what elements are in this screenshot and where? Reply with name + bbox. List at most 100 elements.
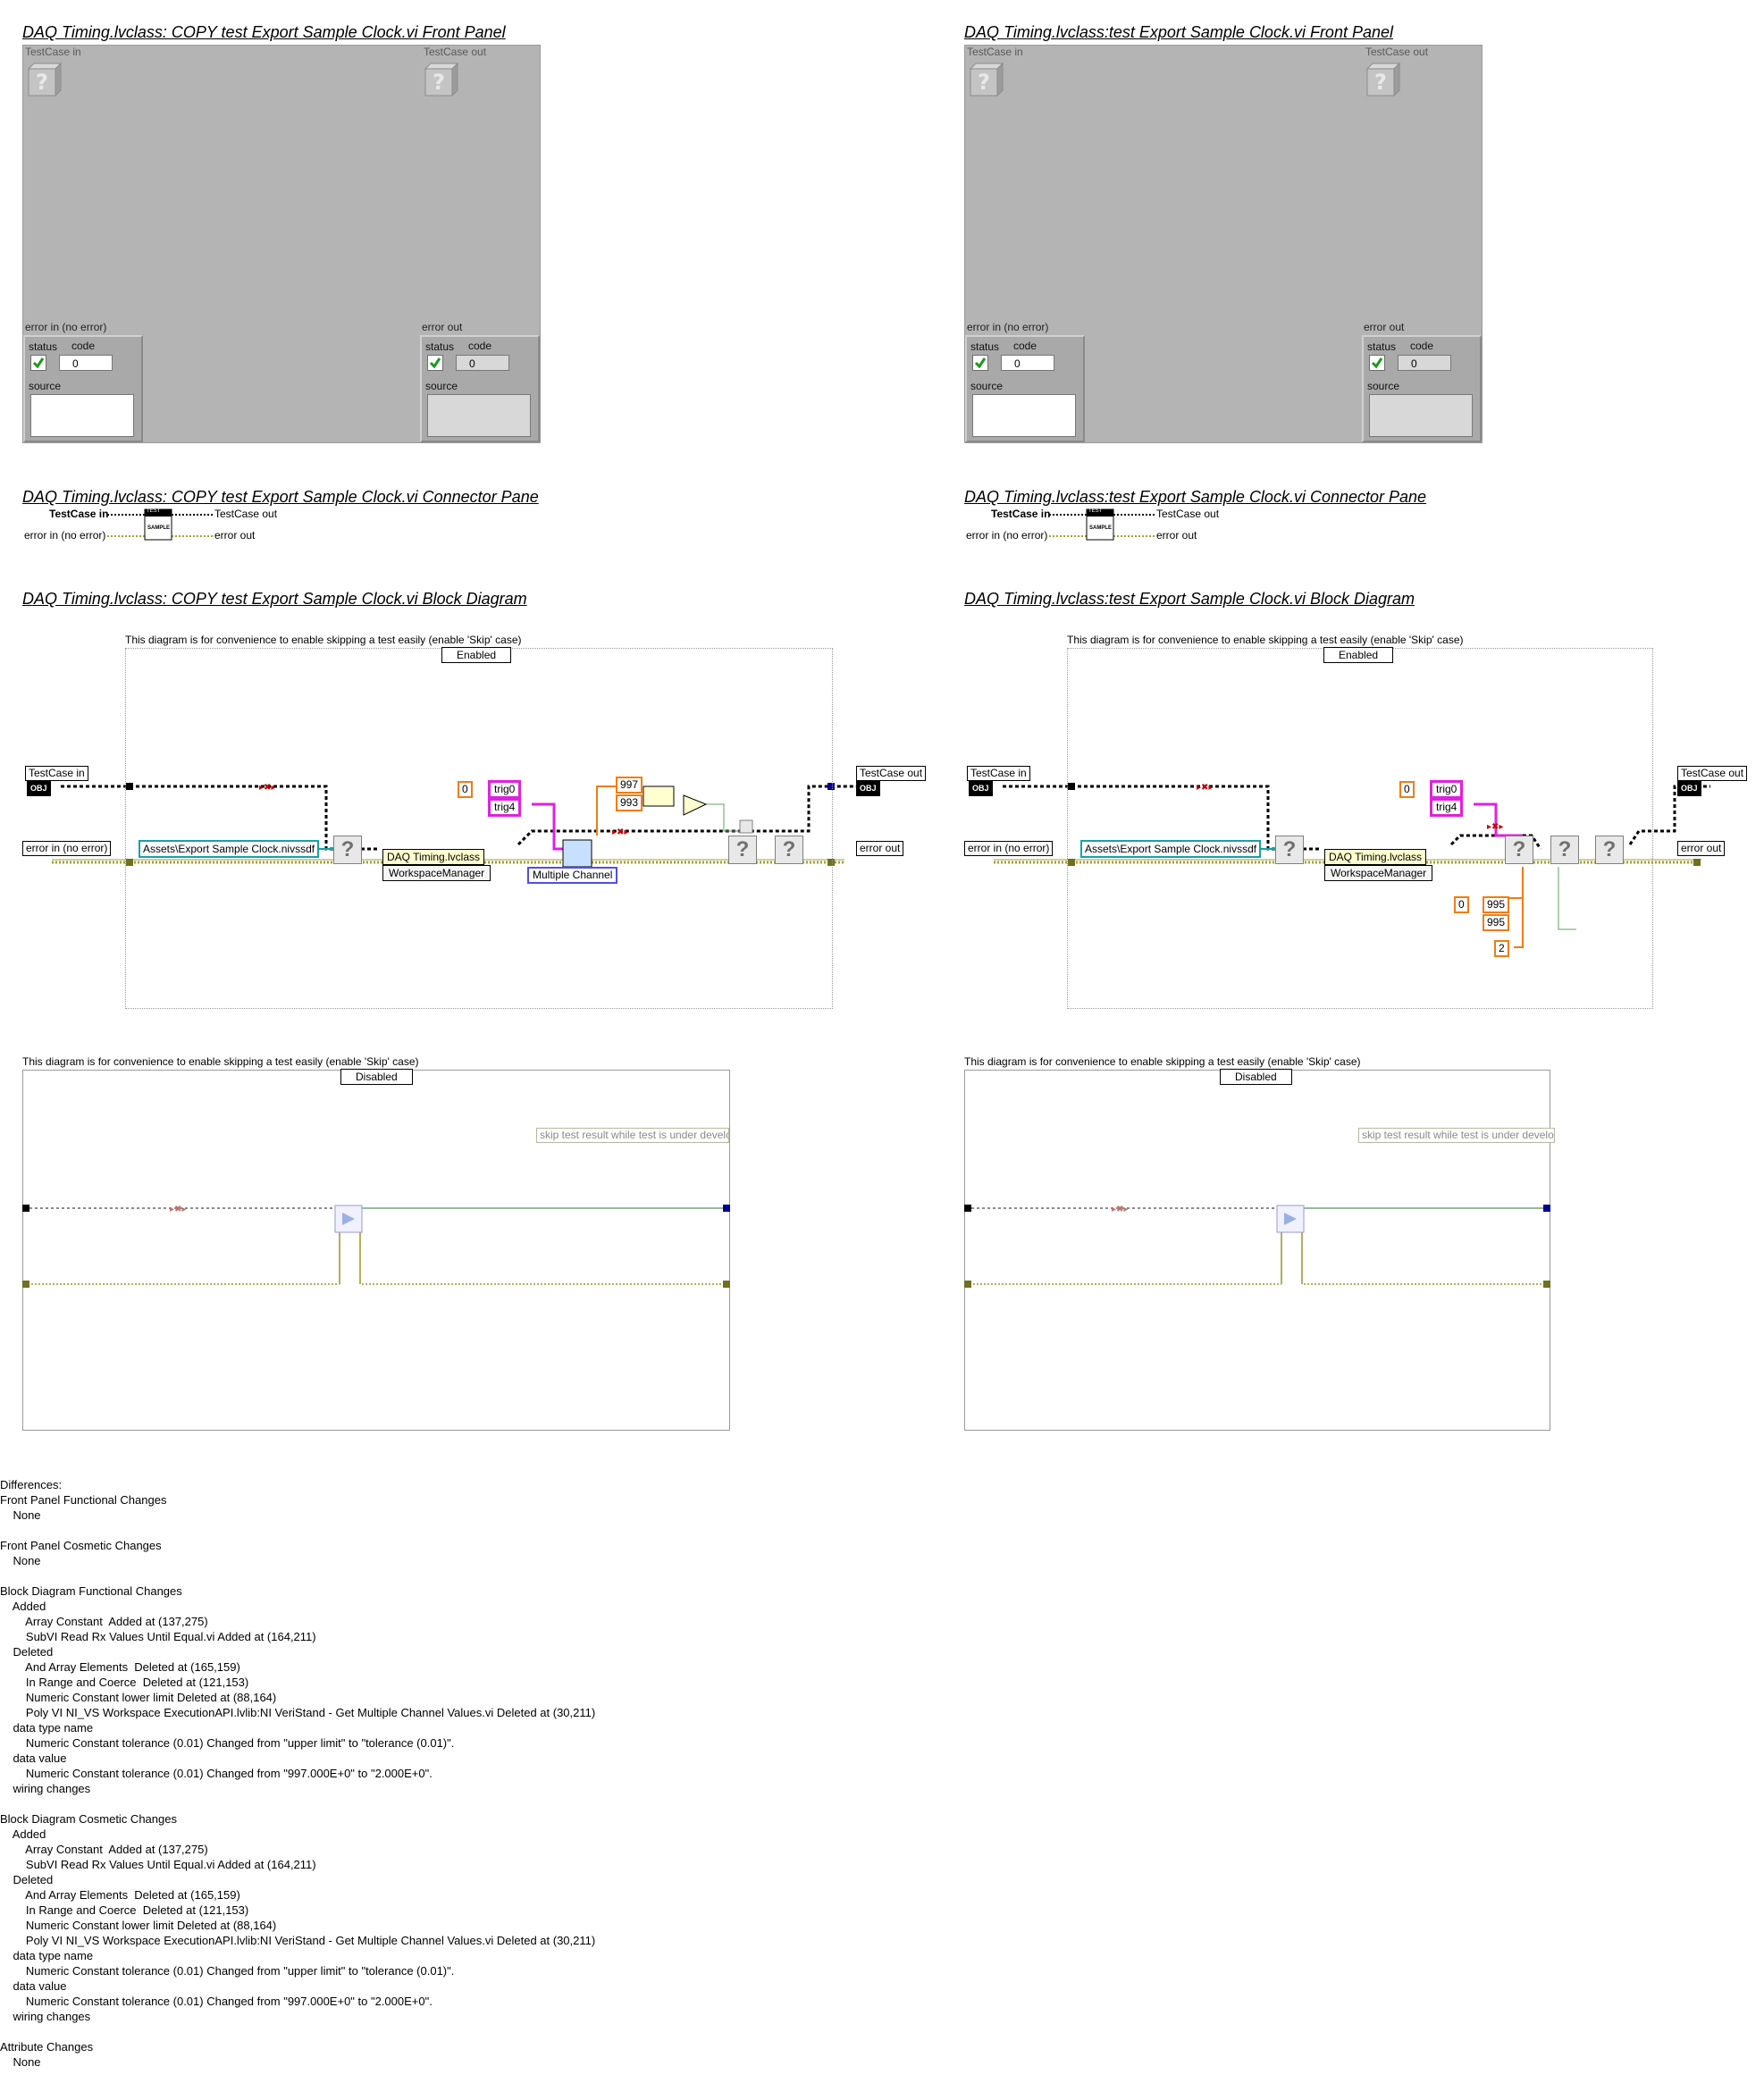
obj-terminal: OBJ [27, 781, 51, 796]
string-constant-trig4: trig4 [1430, 798, 1464, 817]
testcase-out-terminal: TestCase out [856, 766, 927, 781]
testcase-in-label: TestCase in [967, 46, 1023, 58]
asset-path-constant: Assets\Export Sample Clock.nivssdf [1080, 840, 1262, 858]
code-label: code [1013, 340, 1037, 352]
error-out-terminal: error out [1677, 841, 1726, 856]
code-indicator: 0 [456, 355, 509, 371]
code-label: code [1410, 340, 1434, 352]
array-index-constant: 0 [1454, 896, 1469, 913]
svg-text:▸✖▸: ▸✖▸ [1112, 1205, 1128, 1214]
right-enabled-diagram-frame [1067, 648, 1653, 1009]
numeric-constant-995: 995 [1483, 896, 1510, 913]
status-checkbox[interactable] [972, 355, 988, 371]
left-connector-pane-title: DAQ Timing.lvclass: COPY test Export Sam… [22, 488, 539, 506]
class-method-node: DAQ Timing.lvclass [382, 849, 485, 865]
right-connector-pane-title: DAQ Timing.lvclass:test Export Sample Cl… [964, 488, 1427, 506]
class-icon: ? [424, 62, 459, 97]
multiple-channel-enum[interactable]: Multiple Channel [527, 867, 618, 884]
error-out-terminal: error out [1156, 529, 1197, 542]
svg-text:?: ? [978, 70, 990, 95]
string-constant-trig0: trig0 [488, 780, 522, 799]
testcase-in-label: TestCase in [25, 46, 81, 58]
source-textbox[interactable] [972, 394, 1076, 437]
numeric-constant-993: 993 [616, 794, 643, 811]
question-mark-icon: ? [333, 836, 362, 864]
left-connector-pane: TestCase in TestCase out error in (no er… [22, 506, 290, 545]
status-label: status [1367, 340, 1397, 353]
question-mark-icon: ? [775, 836, 803, 864]
error-in-terminal: error in (no error) [966, 529, 1048, 542]
case-selector[interactable]: Enabled [1323, 647, 1394, 663]
code-input[interactable]: 0 [1001, 355, 1054, 371]
class-icon: ? [1365, 62, 1401, 97]
error-out-label: error out [1364, 321, 1405, 333]
status-label: status [425, 340, 455, 353]
question-mark-icon: ? [1550, 836, 1579, 864]
numeric-constant-997: 997 [616, 777, 643, 794]
testcase-in-terminal: TestCase in [991, 508, 1051, 520]
error-in-terminal: error in (no error) [24, 529, 106, 542]
error-in-label: error in (no error) [967, 321, 1049, 333]
left-front-panel: TestCase in ? TestCase out ? error in (n… [22, 45, 541, 443]
error-in-cluster: status code 0 source [965, 335, 1085, 442]
left-block-diagram-title: DAQ Timing.lvclass: COPY test Export Sam… [22, 590, 527, 608]
array-index-constant: 0 [1399, 781, 1415, 798]
right-connector-pane: TestCase in TestCase out error in (no er… [964, 506, 1232, 545]
testcase-in-terminal: TestCase in [25, 766, 88, 781]
sample-tag: SAMPLE [147, 525, 171, 531]
workspace-manager-node: WorkspaceManager [1324, 865, 1433, 881]
question-mark-icon: ? [1275, 836, 1304, 864]
obj-terminal: OBJ [856, 781, 880, 796]
question-mark-icon: ? [1505, 836, 1533, 864]
question-mark-icon: ? [728, 836, 757, 864]
source-textbox[interactable] [30, 394, 134, 437]
code-input[interactable]: 0 [59, 355, 113, 371]
testcase-out-terminal: TestCase out [1156, 508, 1220, 520]
question-mark-icon: ? [1595, 836, 1624, 864]
string-constant-trig4: trig4 [488, 798, 522, 817]
right-front-panel: TestCase in ? TestCase out ? error in (n… [964, 45, 1483, 443]
obj-terminal: OBJ [1677, 781, 1701, 796]
left-enabled-diagram-frame [125, 648, 833, 1009]
left-front-panel-title: DAQ Timing.lvclass: COPY test Export Sam… [22, 23, 506, 41]
source-label: source [1367, 380, 1400, 392]
testcase-out-terminal: TestCase out [214, 508, 278, 520]
checkmark-icon [974, 357, 987, 369]
status-indicator [427, 355, 443, 371]
svg-text:?: ? [1374, 70, 1387, 95]
left-disabled-wires: ▸✖▸ [22, 1205, 730, 1288]
case-structure-comment: This diagram is for convenience to enabl… [964, 1055, 1361, 1068]
class-icon: ? [969, 62, 1004, 97]
error-in-terminal: error in (no error) [964, 841, 1054, 856]
test-tag: TEST [1088, 508, 1103, 514]
source-label: source [970, 380, 1004, 392]
status-label: status [29, 340, 58, 353]
source-label: source [29, 380, 62, 392]
source-indicator [1369, 394, 1473, 437]
error-out-label: error out [422, 321, 463, 333]
workspace-manager-node: WorkspaceManager [382, 865, 491, 881]
checkmark-icon [32, 357, 45, 369]
case-structure-comment: This diagram is for convenience to enabl… [125, 634, 522, 646]
status-checkbox[interactable] [30, 355, 46, 371]
numeric-constant-995: 995 [1483, 914, 1510, 931]
testcase-in-terminal: TestCase in [49, 508, 109, 520]
case-structure-comment: This diagram is for convenience to enabl… [22, 1055, 419, 1068]
error-in-cluster: status code 0 source [23, 335, 143, 442]
right-disabled-wires: ▸✖▸ [964, 1205, 1550, 1288]
error-out-cluster: status code 0 source [1362, 335, 1482, 442]
testcase-out-label: TestCase out [1365, 46, 1429, 58]
case-structure-comment: This diagram is for convenience to enabl… [1067, 634, 1464, 646]
code-indicator: 0 [1398, 355, 1451, 371]
testcase-out-terminal: TestCase out [1677, 766, 1748, 781]
asset-path-constant: Assets\Export Sample Clock.nivssdf [139, 840, 320, 858]
class-icon: ? [27, 62, 63, 97]
source-indicator [427, 394, 531, 437]
right-front-panel-title: DAQ Timing.lvclass:test Export Sample Cl… [964, 23, 1393, 41]
differences-report: Differences: Front Panel Functional Chan… [0, 1478, 596, 2069]
case-selector[interactable]: Enabled [441, 647, 512, 663]
testcase-in-terminal: TestCase in [967, 766, 1030, 781]
error-in-label: error in (no error) [25, 321, 107, 333]
svg-text:?: ? [36, 70, 48, 95]
error-out-cluster: status code 0 source [420, 335, 540, 442]
